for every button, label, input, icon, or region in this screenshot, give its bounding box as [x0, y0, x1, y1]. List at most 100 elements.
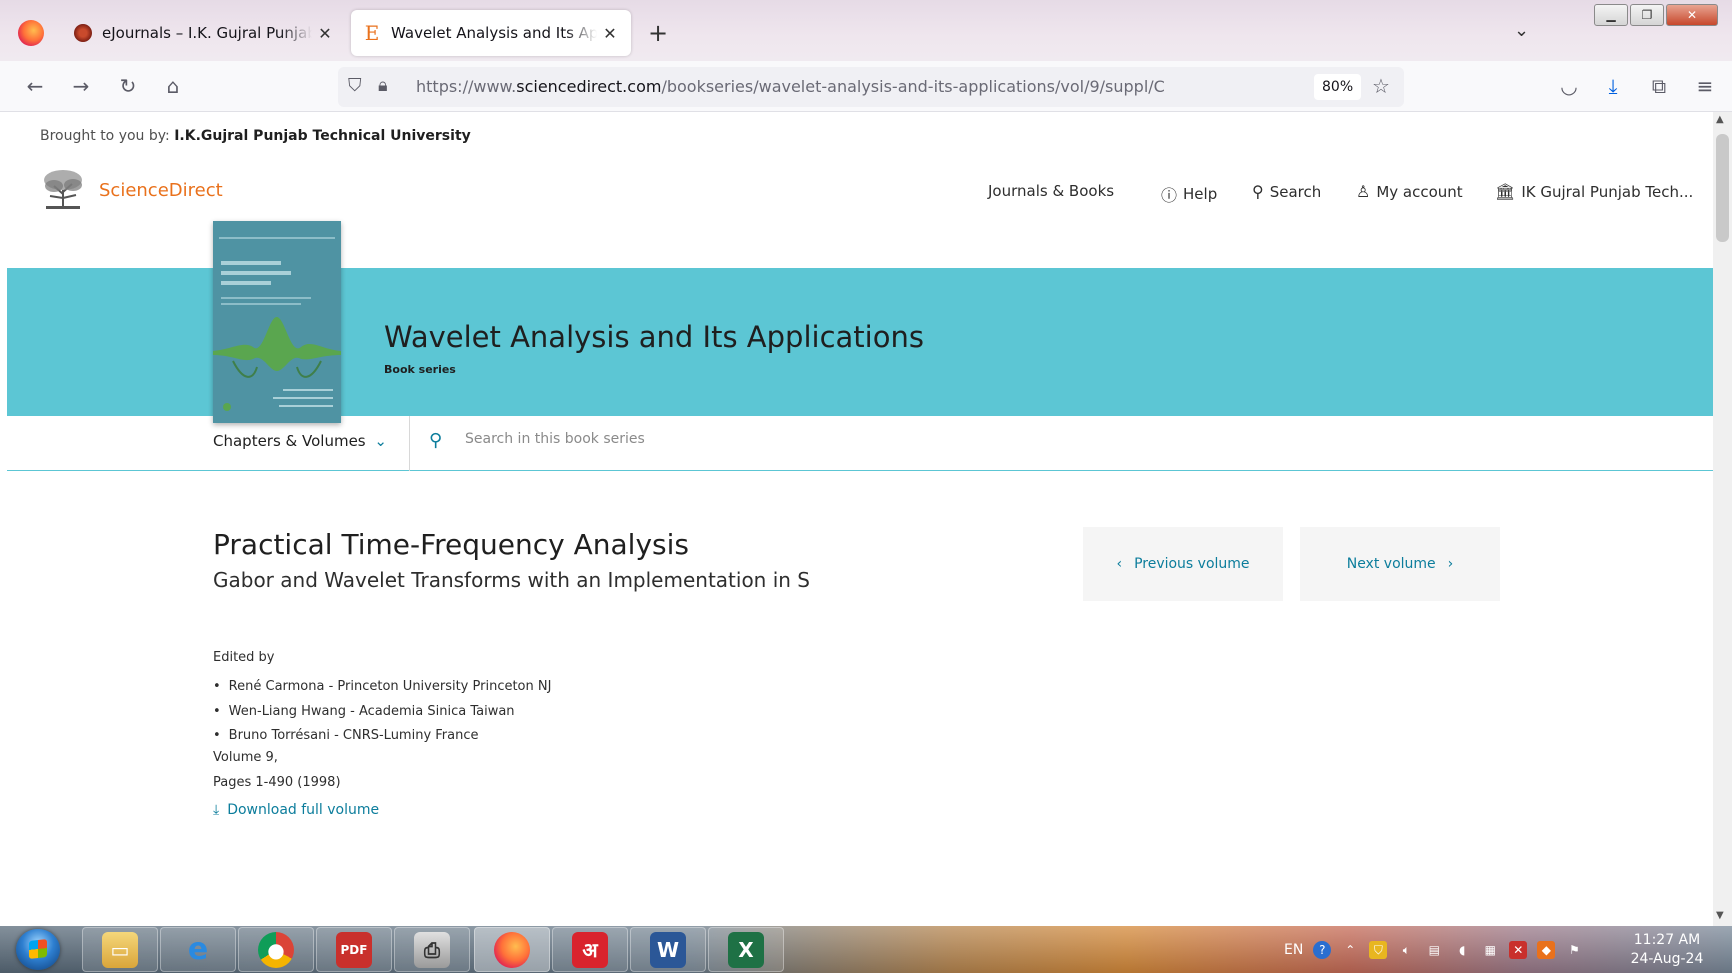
back-arrow-icon[interactable]: ←: [22, 73, 48, 99]
sciencedirect-logo-text[interactable]: ScienceDirect: [99, 180, 223, 201]
firefox-menu-icon[interactable]: [18, 20, 44, 46]
list-item: Bruno Torrésani - CNRS-Luminy France: [213, 724, 551, 749]
scroll-up-arrow-icon[interactable]: ▲: [1716, 114, 1724, 125]
pocket-icon[interactable]: ◡: [1556, 73, 1582, 99]
downloads-icon[interactable]: ⤓: [1600, 73, 1626, 99]
system-clock[interactable]: 11:27 AM 24-Aug-24: [1612, 931, 1722, 969]
nav-search[interactable]: ⚲ Search: [1252, 182, 1321, 201]
language-indicator[interactable]: EN: [1284, 942, 1303, 958]
volume-icon[interactable]: 🔈︎: [1397, 941, 1415, 959]
minimize-window-icon[interactable]: ▁: [1594, 4, 1628, 26]
browser-navigation-bar: ← → ↻ ⌂ ⛉ 🔒︎ https://www.sciencedirect.c…: [0, 61, 1732, 112]
series-navigation-bar: Chapters & Volumes ⌄ ⚲: [7, 416, 1713, 471]
edited-by-label: Edited by: [213, 650, 275, 665]
help-icon[interactable]: ?: [1313, 940, 1332, 959]
taskbar-file-explorer[interactable]: ▭: [82, 927, 158, 972]
device-icon[interactable]: ▤: [1425, 941, 1443, 959]
tracking-shield-icon[interactable]: ⛉: [348, 75, 362, 96]
institution-building-icon: 🏛︎: [1495, 182, 1516, 201]
search-icon: ⚲: [429, 430, 443, 451]
browser-tab-strip: eJournals – I.K. Gujral Punjab Technical…: [0, 0, 1732, 61]
firefox-icon: [494, 931, 530, 968]
extensions-puzzle-icon[interactable]: ⧉: [1646, 73, 1672, 99]
nav-my-account[interactable]: ♙ My account: [1356, 182, 1463, 201]
search-icon: ⚲: [1252, 182, 1264, 201]
system-tray: EN ? ⌃ ⛉ 🔈︎ ▤ ◖ ▦ ✕ ◆ ⚑: [1284, 926, 1583, 973]
close-tab-icon[interactable]: ✕: [316, 24, 334, 43]
close-tab-icon[interactable]: ✕: [601, 24, 619, 43]
windows-taskbar: ▭ e ● PDF ⎙ अ W X EN ? ⌃ ⛉ 🔈︎ ▤ ◖ ▦ ✕ ◆ …: [0, 926, 1732, 973]
previous-volume-button[interactable]: ‹ Previous volume: [1083, 527, 1283, 601]
book-cover-image[interactable]: [213, 221, 341, 423]
reload-icon[interactable]: ↻: [115, 73, 141, 99]
chapters-volumes-dropdown[interactable]: Chapters & Volumes ⌄: [213, 432, 387, 450]
window-controls: ▁ ❐ ✕: [1594, 4, 1718, 26]
tab-ejournals[interactable]: eJournals – I.K. Gujral Punjab Technical…: [62, 10, 346, 56]
person-icon: ♙: [1356, 182, 1371, 201]
show-hidden-icons-chevron-icon[interactable]: ⌃: [1341, 941, 1359, 959]
editors-list: René Carmona - Princeton University Prin…: [213, 675, 552, 749]
brought-to-you-by: Brought to you by: I.K.Gujral Punjab Tec…: [40, 128, 471, 144]
hamburger-menu-icon[interactable]: ≡: [1692, 73, 1718, 99]
internet-explorer-icon: e: [187, 932, 209, 967]
security-shield-icon[interactable]: ⛉: [1369, 940, 1388, 959]
scrollbar-thumb[interactable]: [1716, 134, 1729, 242]
taskbar-hindi-typing[interactable]: अ: [552, 927, 628, 972]
url-bar[interactable]: ⛉ 🔒︎ https://www.sciencedirect.com/books…: [338, 67, 1404, 107]
book-series-title: Wavelet Analysis and Its Applications: [384, 320, 924, 354]
list-item: René Carmona - Princeton University Prin…: [213, 675, 552, 700]
taskbar-printer[interactable]: ⎙: [394, 927, 470, 972]
update-icon[interactable]: ◆: [1537, 940, 1556, 959]
next-volume-button[interactable]: Next volume ›: [1300, 527, 1500, 601]
scroll-down-arrow-icon[interactable]: ▼: [1716, 910, 1724, 921]
elsevier-tree-logo-icon[interactable]: [40, 168, 86, 210]
nav-journals-books[interactable]: Journals & Books: [988, 182, 1114, 200]
web-page-content: Brought to you by: I.K.Gujral Punjab Tec…: [7, 112, 1713, 926]
restore-window-icon[interactable]: ❐: [1630, 4, 1664, 26]
hindi-input-icon: अ: [572, 931, 608, 968]
taskbar-pdf-reader[interactable]: PDF: [316, 927, 392, 972]
forward-arrow-icon[interactable]: →: [68, 73, 94, 99]
taskbar-excel[interactable]: X: [708, 927, 784, 972]
ejournals-favicon-icon: [74, 24, 92, 42]
help-circle-icon: ⓘ: [1161, 186, 1178, 205]
divider: [409, 416, 410, 471]
home-icon[interactable]: ⌂: [160, 73, 186, 99]
list-all-tabs-chevron-icon[interactable]: ⌄: [1514, 20, 1529, 41]
chevron-left-icon: ‹: [1116, 556, 1123, 572]
url-text[interactable]: https://www.sciencedirect.com/bookseries…: [416, 77, 1165, 96]
network-icon[interactable]: ▦: [1481, 941, 1499, 959]
download-full-volume-link[interactable]: ⤓ Download full volume: [213, 802, 379, 818]
chrome-icon: ●: [258, 931, 294, 968]
taskbar-word[interactable]: W: [630, 927, 706, 972]
word-icon: W: [650, 931, 686, 968]
clock-time: 11:27 AM: [1633, 932, 1701, 948]
chevron-down-icon: ⌄: [374, 432, 387, 450]
taskbar-chrome[interactable]: ●: [238, 927, 314, 972]
volume-title: Practical Time-Frequency Analysis: [213, 528, 689, 561]
list-item: Wen-Liang Hwang - Academia Sinica Taiwan: [213, 700, 551, 725]
close-window-icon[interactable]: ✕: [1666, 4, 1718, 26]
taskbar-firefox[interactable]: [474, 927, 550, 972]
search-book-series-input[interactable]: [465, 431, 965, 447]
page-scrollbar[interactable]: ▲ ▼: [1713, 112, 1732, 926]
action-center-flag-icon[interactable]: ⚑: [1565, 941, 1583, 959]
nav-institution[interactable]: 🏛︎ IK Gujral Punjab Tech...: [1495, 182, 1693, 201]
speaker-icon[interactable]: ◖: [1453, 941, 1471, 959]
lock-icon[interactable]: 🔒︎: [378, 75, 388, 96]
nav-help[interactable]: ⓘ Help: [1161, 182, 1217, 206]
excel-icon: X: [728, 931, 764, 968]
start-button-windows-icon[interactable]: [16, 929, 60, 970]
alert-icon[interactable]: ✕: [1509, 940, 1528, 959]
pdf-icon: PDF: [336, 931, 372, 968]
new-tab-plus-icon[interactable]: +: [646, 18, 670, 48]
tab-wavelet-analysis[interactable]: E Wavelet Analysis and Its Applications …: [351, 10, 631, 56]
book-series-label: Book series: [384, 363, 456, 376]
tab-title: Wavelet Analysis and Its Applications | …: [391, 24, 597, 42]
volume-number: Volume 9,: [213, 750, 278, 765]
chevron-right-icon: ›: [1447, 556, 1454, 572]
zoom-level-badge[interactable]: 80%: [1314, 74, 1362, 100]
elsevier-favicon-icon: E: [364, 21, 380, 45]
bookmark-star-icon[interactable]: ☆: [1372, 74, 1390, 98]
taskbar-internet-explorer[interactable]: e: [160, 927, 236, 972]
